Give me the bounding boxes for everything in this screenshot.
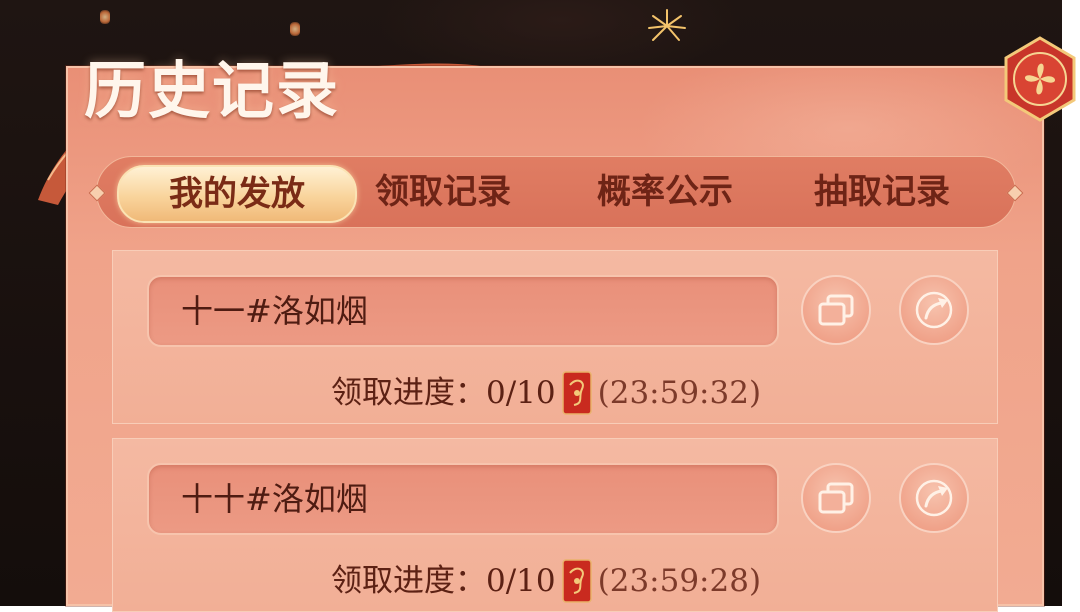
record-name-field: 十一#洛如烟 [147, 275, 779, 347]
share-arrow-icon [915, 291, 953, 329]
close-emblem-icon[interactable] [1000, 36, 1080, 122]
red-envelope-icon [561, 370, 592, 415]
record-name-field: 十十#洛如烟 [147, 463, 779, 535]
countdown-timer: (23:59:32) [597, 374, 762, 411]
tab-probability-notice[interactable]: 概率公示 [565, 165, 765, 219]
record-card: 十一#洛如烟 领取进度：0/10 (23:59:32) [112, 250, 998, 424]
lantern-decoration [100, 10, 110, 24]
copy-icon [818, 294, 854, 326]
progress-value: 0/10 [486, 562, 556, 599]
progress-label: 领取进度： [331, 374, 486, 411]
tab-claim-records[interactable]: 领取记录 [355, 165, 531, 219]
countdown-timer: (23:59:28) [597, 562, 762, 599]
tab-my-issued[interactable]: 我的发放 [117, 165, 357, 223]
tab-bar: 我的发放 领取记录 概率公示 抽取记录 [88, 156, 1024, 228]
tab-draw-records[interactable]: 抽取记录 [787, 165, 977, 219]
firework-decoration [648, 9, 686, 41]
progress-value: 0/10 [486, 374, 556, 411]
share-button[interactable] [899, 463, 969, 533]
claim-progress: 领取进度：0/10 (23:59:28) [331, 557, 762, 603]
record-name: 十一#洛如烟 [181, 292, 368, 330]
copy-icon [818, 482, 854, 514]
copy-button[interactable] [801, 463, 871, 533]
share-arrow-icon [915, 479, 953, 517]
copy-button[interactable] [801, 275, 871, 345]
record-name: 十十#洛如烟 [181, 480, 368, 518]
share-button[interactable] [899, 275, 969, 345]
page-title: 历史记录 [84, 54, 341, 127]
record-card: 十十#洛如烟 领取进度：0/10 (23:59:28) [112, 438, 998, 612]
red-envelope-icon [561, 558, 592, 603]
progress-label: 领取进度： [331, 562, 486, 599]
claim-progress: 领取进度：0/10 (23:59:32) [331, 369, 762, 415]
